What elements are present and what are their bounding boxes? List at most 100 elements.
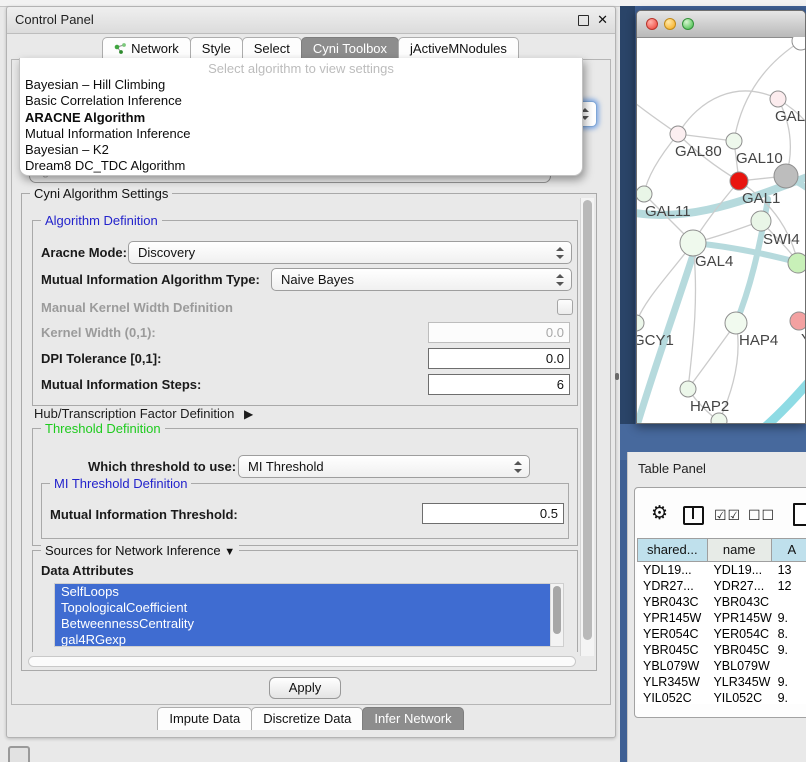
attribute-item[interactable]: TopologicalCoefficient — [55, 600, 551, 616]
table-cell[interactable]: YPR145W — [637, 610, 707, 626]
columns-icon[interactable] — [683, 506, 704, 525]
panel-splitter-handle[interactable] — [615, 373, 619, 380]
table-cell[interactable]: 9. — [772, 642, 806, 658]
table-cell[interactable]: YBR045C — [707, 642, 771, 658]
network-edge[interactable] — [644, 134, 678, 194]
network-edge[interactable] — [678, 91, 778, 134]
expander-arrow-icon[interactable]: ▶ — [244, 407, 253, 421]
table-cell[interactable]: 9. — [772, 690, 806, 704]
table-row[interactable]: YIL052CYIL052C9. — [637, 690, 806, 704]
table-cell[interactable]: YBR045C — [637, 642, 707, 658]
network-node-gcy1[interactable] — [637, 315, 644, 331]
table-cell[interactable]: YER054C — [707, 626, 771, 642]
algorithm-option[interactable]: ARACNE Algorithm — [20, 110, 582, 126]
tab-style[interactable]: Style — [190, 37, 243, 60]
column-header[interactable]: shared... — [637, 538, 708, 562]
scrollbar-thumb[interactable] — [553, 586, 561, 634]
column-header[interactable]: A — [772, 538, 806, 562]
table-cell[interactable]: 9. — [772, 610, 806, 626]
tab-network[interactable]: Network — [102, 37, 191, 60]
table-row[interactable]: YBR045CYBR045C9. — [637, 642, 806, 658]
table-cell[interactable] — [772, 594, 806, 610]
table-row[interactable]: YBL079WYBL079W — [637, 658, 806, 674]
attribute-item[interactable]: SelfLoops — [55, 584, 551, 600]
algorithm-option[interactable]: Basic Correlation Inference — [20, 93, 582, 109]
network-node-hap2[interactable] — [680, 381, 696, 397]
collapse-arrow-icon[interactable]: ▼ — [224, 546, 235, 558]
table-cell[interactable]: YLR345W — [707, 674, 771, 690]
close-lamp-icon[interactable] — [646, 18, 658, 30]
dpi-tolerance-input[interactable] — [428, 348, 570, 369]
network-node-gal80[interactable] — [670, 126, 686, 142]
deselect-all-checkboxes-icon[interactable]: ☐☐ — [748, 507, 775, 524]
network-node-gal1[interactable] — [730, 172, 748, 190]
apply-button[interactable]: Apply — [269, 677, 341, 699]
manual-kernel-checkbox[interactable] — [557, 299, 573, 315]
mi-algorithm-type-select[interactable]: Naive Bayes — [271, 268, 572, 291]
data-attributes-list[interactable]: SelfLoopsTopologicalCoefficientBetweenne… — [54, 583, 564, 647]
attribute-item[interactable]: BetweennessCentrality — [55, 616, 551, 632]
table-row[interactable]: YLR345WYLR345W9. — [637, 674, 806, 690]
scrollbar-thumb[interactable] — [28, 656, 576, 667]
table-cell[interactable]: 9. — [772, 674, 806, 690]
table-cell[interactable]: YBL079W — [637, 658, 707, 674]
network-canvas[interactable]: GALGAL80GAL10GAL1GAL11SWI4GAL4GCY1HAP4YH… — [637, 37, 805, 423]
close-icon[interactable]: ✕ — [597, 7, 608, 33]
algorithm-option[interactable]: Bayesian – K2 — [20, 142, 582, 158]
table-row[interactable]: YDL19...YDL19...13 — [637, 562, 806, 578]
settings-horizontal-scrollbar[interactable] — [28, 656, 576, 667]
algorithm-option[interactable]: Dream8 DC_TDC Algorithm — [20, 158, 582, 174]
network-node-gal11[interactable] — [637, 186, 652, 202]
algorithm-option[interactable]: Mutual Information Inference — [20, 126, 582, 142]
network-node[interactable] — [774, 164, 798, 188]
network-node[interactable] — [792, 37, 805, 50]
table-cell[interactable]: 8. — [772, 626, 806, 642]
table-row[interactable]: YPR145WYPR145W9. — [637, 610, 806, 626]
table-cell[interactable]: YER054C — [637, 626, 707, 642]
table-cell[interactable]: YBR043C — [637, 594, 707, 610]
network-window-titlebar[interactable] — [637, 11, 805, 38]
attribute-item[interactable]: gal4RGexp — [55, 632, 551, 647]
tab-impute-data[interactable]: Impute Data — [157, 707, 252, 730]
list-vertical-scrollbar[interactable] — [550, 584, 563, 646]
mi-steps-input[interactable] — [428, 374, 570, 395]
table-cell[interactable]: YDR27... — [707, 578, 771, 594]
table-cell[interactable]: YIL052C — [637, 690, 707, 704]
algorithm-option[interactable]: Bayesian – Hill Climbing — [20, 77, 582, 93]
table-cell[interactable]: 13 — [772, 562, 806, 578]
network-node-gal[interactable] — [770, 91, 786, 107]
tab-jactivemnodules[interactable]: jActiveMNodules — [398, 37, 519, 60]
table-cell[interactable]: YDR27... — [637, 578, 707, 594]
column-header[interactable]: name — [708, 538, 772, 562]
bottom-left-minimized-button[interactable] — [8, 746, 30, 762]
table-cell[interactable]: 12 — [772, 578, 806, 594]
float-window-icon[interactable] — [578, 15, 589, 26]
tab-select[interactable]: Select — [242, 37, 302, 60]
table-cell[interactable]: YPR145W — [707, 610, 771, 626]
table-cell[interactable]: YBR043C — [707, 594, 771, 610]
network-node-swi4[interactable] — [751, 211, 771, 231]
table-row[interactable]: YDR27...YDR27...12 — [637, 578, 806, 594]
network-edge[interactable] — [688, 323, 736, 389]
minimize-lamp-icon[interactable] — [664, 18, 676, 30]
gear-icon[interactable]: ⚙ — [651, 502, 668, 525]
table-cell[interactable] — [772, 658, 806, 674]
network-node-y[interactable] — [790, 312, 805, 330]
control-panel-titlebar[interactable]: Control Panel ✕ — [7, 7, 615, 34]
network-node[interactable] — [788, 253, 805, 273]
scrollbar-thumb[interactable] — [583, 200, 592, 640]
table-cell[interactable]: YDL19... — [707, 562, 771, 578]
table-cell[interactable]: YLR345W — [637, 674, 707, 690]
table-row[interactable]: YBR043CYBR043C — [637, 594, 806, 610]
network-edge[interactable] — [751, 359, 805, 423]
table-cell[interactable]: YDL19... — [637, 562, 707, 578]
zoom-lamp-icon[interactable] — [682, 18, 694, 30]
tab-cyni-toolbox[interactable]: Cyni Toolbox — [301, 37, 399, 60]
which-threshold-select[interactable]: MI Threshold — [238, 455, 530, 478]
document-icon[interactable] — [793, 503, 806, 526]
settings-vertical-scrollbar[interactable] — [580, 198, 594, 656]
table-row[interactable]: YER054CYER054C8. — [637, 626, 806, 642]
table-cell[interactable]: YIL052C — [707, 690, 771, 704]
select-all-checkboxes-icon[interactable]: ☑☑ — [714, 507, 741, 524]
tab-discretize-data[interactable]: Discretize Data — [251, 707, 363, 730]
